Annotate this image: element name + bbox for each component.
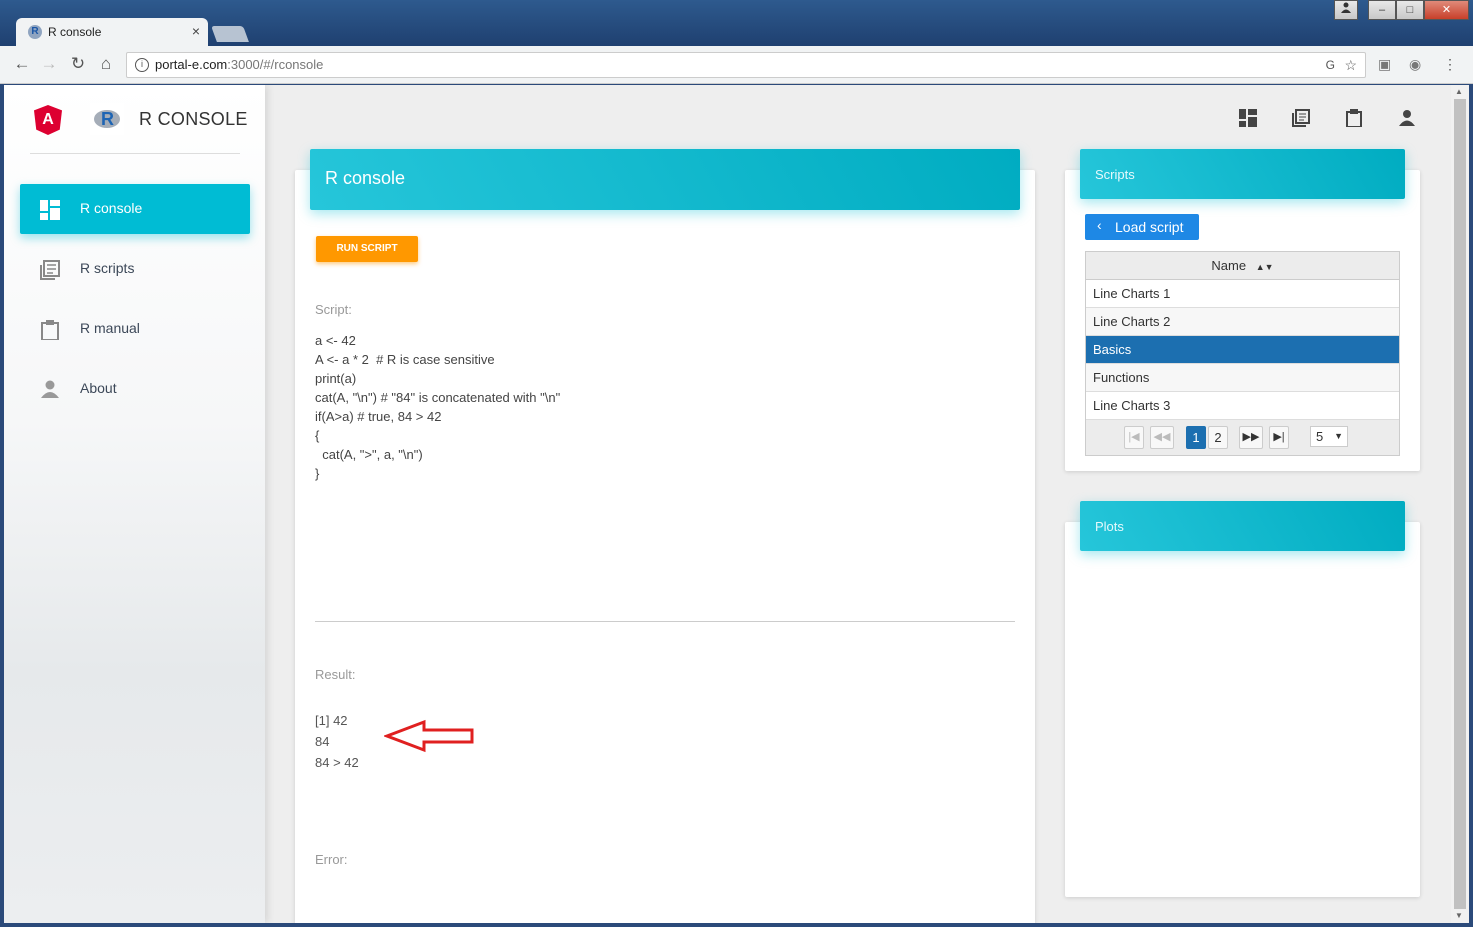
angular-logo: A (34, 105, 62, 135)
sidebar-item-label: R scripts (80, 260, 135, 276)
last-page-button[interactable]: ▶| (1269, 426, 1289, 449)
menu-dots-icon[interactable]: ⋮ (1443, 56, 1457, 73)
prev-page-button[interactable]: ◀◀ (1150, 426, 1174, 449)
scrollbar-thumb[interactable] (1454, 99, 1466, 909)
plots-card-header: Plots (1080, 501, 1405, 551)
run-script-button[interactable]: RUN SCRIPT (316, 236, 418, 262)
load-script-button[interactable]: ‹ Load script (1085, 214, 1199, 240)
page-size-value: 5 (1316, 429, 1324, 444)
brand-title: R CONSOLE (139, 109, 248, 129)
browser-titlebar: R R console × – □ ✕ (0, 0, 1473, 46)
script-line: if(A>a) # true, 84 > 42 (315, 409, 442, 424)
extension-jb-icon[interactable]: ▣ (1378, 56, 1391, 73)
page-scrollbar[interactable]: ▲ ▼ (1451, 85, 1469, 923)
sort-icon: ▲▼ (1255, 262, 1274, 272)
library-books-icon[interactable] (1292, 109, 1310, 127)
profile-button[interactable] (1334, 0, 1358, 20)
scroll-up-icon[interactable]: ▲ (1455, 87, 1463, 96)
table-row[interactable]: Functions (1086, 364, 1399, 392)
result-label: Result: (315, 667, 356, 682)
back-icon[interactable]: ← (11, 54, 33, 74)
plots-card (1065, 522, 1420, 897)
new-tab-button[interactable] (211, 26, 249, 42)
extension-icon[interactable]: ◉ (1409, 56, 1421, 73)
result-line: 84 > 42 (315, 755, 359, 770)
plots-title: Plots (1095, 519, 1124, 534)
scroll-down-icon[interactable]: ▼ (1455, 911, 1463, 920)
url-text: portal-e.com:3000/#/rconsole (155, 57, 324, 72)
next-page-button[interactable]: ▶▶ (1239, 426, 1263, 449)
library-books-icon (40, 260, 60, 280)
minimize-button[interactable]: – (1368, 0, 1396, 20)
tab-close-icon[interactable]: × (192, 23, 200, 39)
clipboard-icon[interactable] (1345, 109, 1363, 127)
address-bar[interactable]: i portal-e.com:3000/#/rconsole ☆ G (126, 52, 1366, 78)
script-line: cat(A, "\n") # "84" is concatenated with… (315, 390, 561, 405)
script-line: cat(A, ">", a, "\n") (315, 447, 423, 462)
table-row[interactable]: Line Charts 2 (1086, 308, 1399, 336)
result-line: [1] 42 (315, 713, 348, 728)
table-row[interactable]: Line Charts 3 (1086, 392, 1399, 420)
dashboard-icon (40, 200, 60, 220)
sidebar-item-r-console[interactable]: R console (20, 184, 250, 234)
annotation-arrow-icon (384, 719, 474, 753)
divider (315, 621, 1015, 622)
column-header-label: Name (1211, 258, 1247, 273)
sidebar: A R R CONSOLE R console R scripts R manu… (4, 85, 265, 923)
sidebar-item-r-manual[interactable]: R manual (20, 304, 250, 354)
result-output: [1] 42 84 84 > 42 (315, 710, 359, 773)
script-line: } (315, 466, 320, 481)
clipboard-icon (41, 320, 59, 340)
console-card-header: R console (310, 149, 1020, 210)
dashboard-icon[interactable] (1239, 109, 1257, 127)
page-button-2[interactable]: 2 (1208, 426, 1228, 449)
sidebar-item-label: About (80, 380, 117, 396)
close-window-button[interactable]: ✕ (1424, 0, 1469, 20)
maximize-button[interactable]: □ (1396, 0, 1424, 20)
page-size-select[interactable]: 5 ▼ (1310, 426, 1348, 447)
profile-icon (1341, 2, 1351, 13)
console-title: R console (325, 168, 406, 188)
forward-icon[interactable]: → (38, 54, 60, 74)
browser-toolbar: ← → ↻ ⌂ i portal-e.com:3000/#/rconsole ☆… (0, 46, 1473, 84)
script-line: A <- a * 2 # R is case sensitive (315, 352, 495, 367)
home-icon[interactable]: ⌂ (95, 54, 117, 74)
table-row[interactable]: Basics (1086, 336, 1399, 364)
script-label: Script: (315, 302, 352, 317)
script-line: print(a) (315, 371, 357, 386)
divider (30, 153, 240, 154)
sidebar-item-label: R console (80, 200, 143, 216)
translate-icon[interactable]: G (1326, 53, 1335, 77)
person-icon[interactable] (1398, 109, 1416, 127)
script-line: { (315, 428, 320, 443)
scripts-card-header: Scripts (1080, 149, 1405, 199)
load-script-label: Load script (1115, 219, 1184, 235)
script-editor[interactable]: a <- 42 A <- a * 2 # R is case sensitive p… (315, 331, 560, 483)
dropdown-arrow-icon: ▼ (1334, 431, 1343, 441)
browser-tab[interactable]: R R console × (16, 18, 208, 46)
sidebar-item-label: R manual (80, 320, 140, 336)
table-pager: |◀ ◀◀ 1 2 ▶▶ ▶| 5 ▼ (1086, 420, 1399, 455)
console-card (295, 170, 1035, 923)
table-header-name[interactable]: Name ▲▼ (1086, 252, 1399, 280)
first-page-button[interactable]: |◀ (1124, 426, 1144, 449)
result-line: 84 (315, 734, 330, 749)
r-favicon-icon: R (28, 25, 42, 39)
table-row[interactable]: Line Charts 1 (1086, 280, 1399, 308)
tab-title: R console (48, 25, 102, 39)
sidebar-item-r-scripts[interactable]: R scripts (20, 244, 250, 294)
person-icon (41, 380, 59, 398)
scripts-table: Name ▲▼ Line Charts 1 Line Charts 2 Basics… (1085, 251, 1400, 456)
scripts-title: Scripts (1095, 167, 1135, 182)
sidebar-item-about[interactable]: About (20, 364, 250, 414)
page-content: A R R CONSOLE R console R scripts R manu… (4, 85, 1451, 923)
script-line: a <- 42 (315, 333, 356, 348)
reload-icon[interactable]: ↻ (67, 54, 89, 74)
error-label: Error: (315, 852, 348, 867)
info-icon[interactable]: i (135, 58, 149, 72)
chevron-left-icon: ‹ (1097, 217, 1102, 233)
r-logo: R (90, 103, 124, 135)
bookmark-star-icon[interactable]: ☆ (1344, 53, 1357, 77)
page-button-1[interactable]: 1 (1186, 426, 1206, 449)
